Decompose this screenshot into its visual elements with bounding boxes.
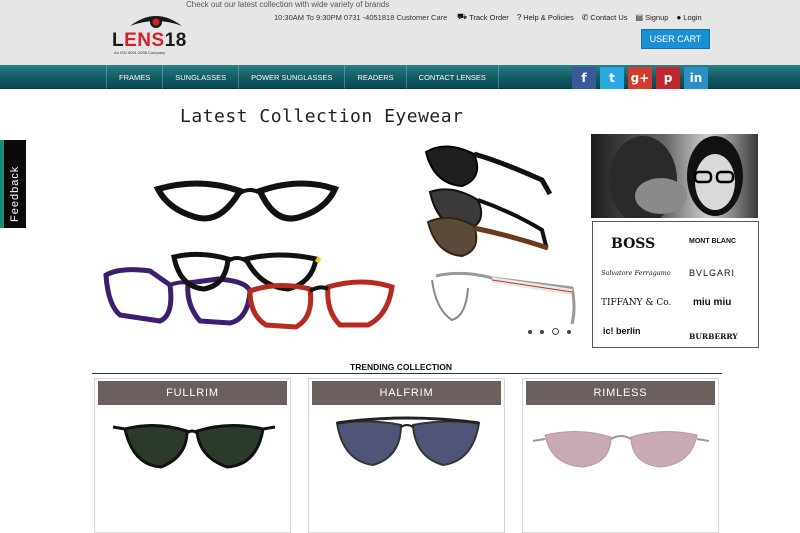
- facebook-icon[interactable]: f: [572, 67, 596, 89]
- signup-icon: ▤: [635, 12, 644, 22]
- social-links: f t g+ p in: [572, 67, 708, 89]
- halfrim-sunglasses-image: [335, 416, 481, 467]
- card-halfrim-header: HALFRIM: [312, 381, 501, 405]
- nav-item-readers[interactable]: READERS: [344, 65, 405, 89]
- feedback-label: Feedback: [9, 165, 21, 222]
- carousel-dot[interactable]: [567, 329, 571, 334]
- brand-tiffany[interactable]: TIFFANY & Co.: [601, 298, 671, 308]
- brand-burberry[interactable]: BURBERRY: [689, 332, 738, 341]
- logo-tagline: An ISO 9001:2008 Company: [114, 50, 166, 55]
- brand-ferragamo[interactable]: Salvatore Ferragamo: [601, 269, 671, 277]
- user-cart-button[interactable]: USER CART: [641, 29, 710, 49]
- user-icon: ●: [676, 12, 682, 22]
- card-fullrim[interactable]: FULLRIM: [94, 378, 291, 533]
- fullrim-sunglasses-image: [112, 423, 276, 469]
- card-halfrim[interactable]: HALFRIM: [308, 378, 505, 533]
- nav-item-frames[interactable]: FRAMES: [106, 65, 162, 89]
- brand-boss[interactable]: BOSS: [611, 236, 655, 252]
- twitter-icon[interactable]: t: [600, 67, 624, 89]
- card-rimless-header: RIMLESS: [526, 381, 715, 405]
- promo-text: Check out our latest collection with wid…: [186, 0, 390, 9]
- main-nav: FRAMES SUNGLASSES POWER SUNGLASSES READE…: [0, 65, 800, 89]
- contact-link[interactable]: ✆ Contact Us: [582, 12, 628, 22]
- brand-logos-panel: BOSS MONT BLANC Salvatore Ferragamo BVLG…: [592, 221, 759, 348]
- track-order-link[interactable]: ⛟ Track Order: [457, 12, 509, 22]
- nav-item-sunglasses[interactable]: SUNGLASSES: [162, 65, 238, 89]
- rimless-sunglasses-image: [532, 430, 710, 468]
- trending-divider: [92, 373, 722, 374]
- feedback-tab[interactable]: Feedback: [0, 140, 26, 228]
- carousel-dots: [528, 328, 571, 335]
- logo-text: LENS18: [112, 30, 187, 51]
- phone-icon: ✆: [581, 12, 589, 22]
- pinterest-icon[interactable]: p: [656, 67, 680, 89]
- eye-logo-icon: [130, 16, 182, 28]
- top-links: ⛟ Track Order ? Help & Policies ✆ Contac…: [457, 12, 702, 22]
- models-wearing-glasses-photo[interactable]: [591, 134, 758, 218]
- linkedin-icon[interactable]: in: [684, 67, 708, 89]
- brand-ic-berlin[interactable]: ic! berlin: [603, 326, 641, 336]
- card-fullrim-header: FULLRIM: [98, 381, 287, 405]
- carousel-dot-active[interactable]: [552, 328, 559, 335]
- help-link[interactable]: ? Help & Policies: [517, 12, 574, 22]
- brand-miu-miu[interactable]: miu miu: [693, 297, 731, 308]
- logo[interactable]: LENS18 An ISO 9001:2008 Company: [112, 12, 204, 58]
- header: Check out our latest collection with wid…: [0, 0, 800, 65]
- google-plus-icon[interactable]: g+: [628, 67, 652, 89]
- carousel-dot[interactable]: [540, 329, 544, 334]
- question-icon: ?: [516, 12, 522, 22]
- page: Check out our latest collection with wid…: [0, 0, 800, 533]
- login-link[interactable]: ● Login: [676, 12, 701, 22]
- truck-icon: ⛟: [457, 12, 468, 21]
- nav-item-power-sunglasses[interactable]: POWER SUNGLASSES: [238, 65, 344, 89]
- signup-link[interactable]: ▤ Signup: [636, 12, 669, 22]
- brand-mont-blanc[interactable]: MONT BLANC: [689, 238, 736, 245]
- brand-bvlgari[interactable]: BVLGARI: [689, 268, 735, 278]
- hero-eyeglasses-image[interactable]: [100, 175, 400, 340]
- trending-title: TRENDING COLLECTION: [350, 362, 452, 372]
- store-hours: 10:30AM To 9:30PM 0731 -4051818 Customer…: [274, 13, 448, 22]
- hero-sunglasses-image[interactable]: [422, 138, 582, 338]
- hero-title: Latest Collection Eyewear: [180, 106, 464, 127]
- nav-item-contact-lenses[interactable]: CONTACT LENSES: [405, 65, 499, 89]
- card-rimless[interactable]: RIMLESS: [522, 378, 719, 533]
- carousel-dot[interactable]: [528, 329, 532, 334]
